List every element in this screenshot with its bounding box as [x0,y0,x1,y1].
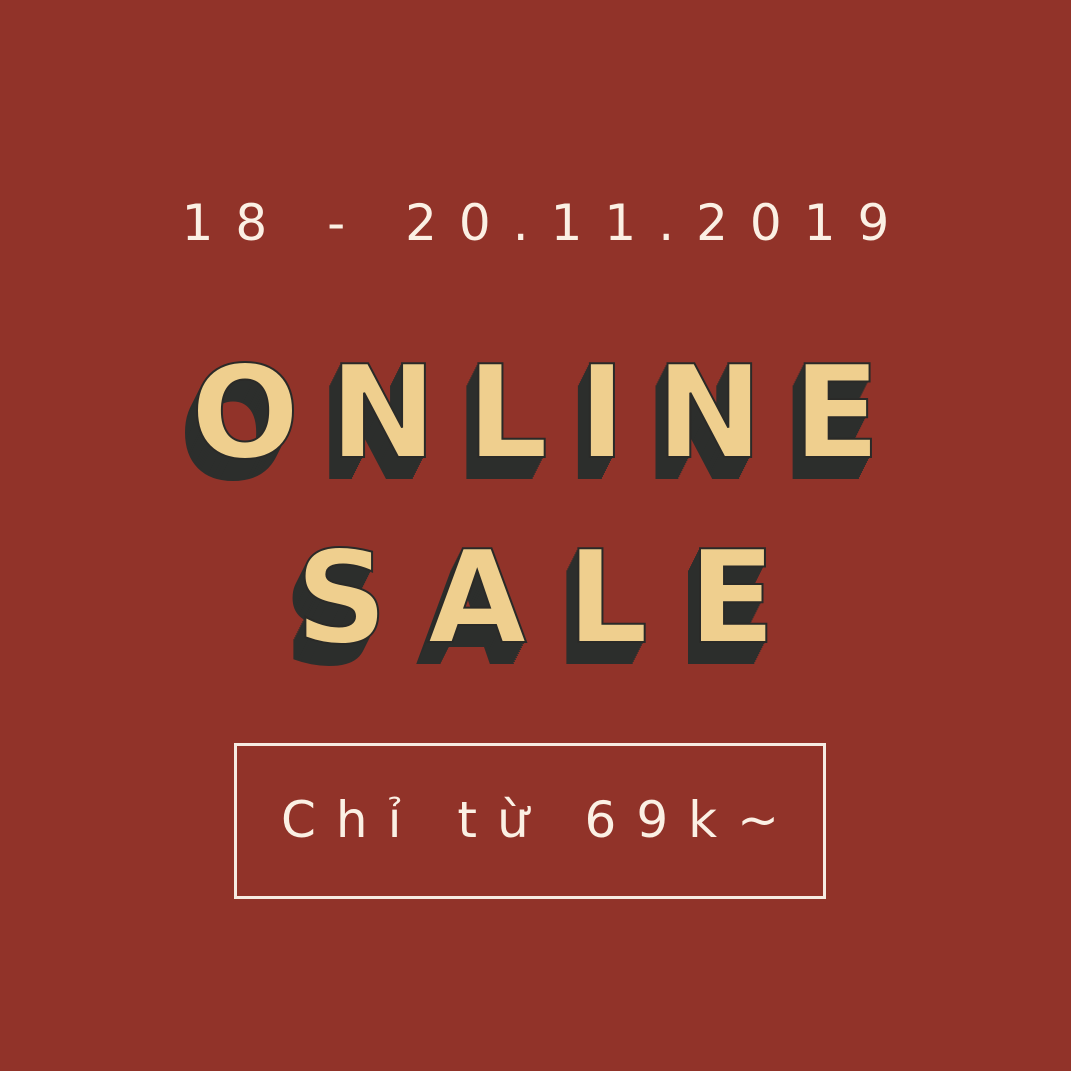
price-text: Chỉ từ 69k~ [280,791,800,849]
sale-poster: 18 - 20.11.2019 ONLINE SALE Chỉ từ 69k~ [0,0,1071,1071]
headline-online: ONLINE [190,339,911,488]
price-box: Chỉ từ 69k~ [234,743,826,899]
sale-date: 18 - 20.11.2019 [181,194,912,252]
headline-sale: SALE [294,524,816,673]
